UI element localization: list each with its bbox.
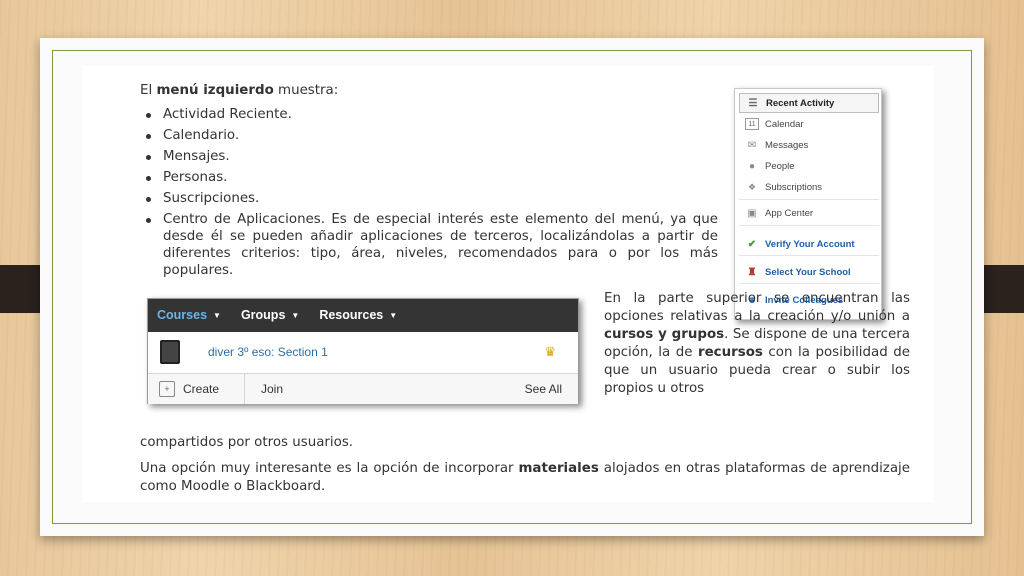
closing-paragraph: Una opción muy interesante es la opción … — [140, 461, 910, 494]
menu-verify-account[interactable]: ✔ Verify Your Account — [739, 234, 879, 254]
subscriptions-icon: ❖ — [747, 181, 757, 192]
courses-tab-bar: Courses ▼ Groups ▼ Resources ▼ — [148, 299, 578, 332]
menu-divider — [739, 199, 879, 200]
list-item: Suscripciones. — [140, 190, 718, 207]
school-icon: ♜ — [747, 266, 757, 278]
checkmark-icon: ✔ — [747, 238, 757, 250]
menu-divider — [739, 283, 879, 284]
menu-recent-activity[interactable]: ☰ Recent Activity — [739, 93, 879, 113]
create-icon: + — [159, 381, 175, 397]
join-button[interactable]: Join — [261, 381, 283, 398]
slide-content: El menú izquierdo muestra: Actividad Rec… — [82, 66, 934, 502]
list-item: Mensajes. — [140, 148, 718, 165]
person-icon: ● — [748, 160, 756, 172]
menu-subscriptions[interactable]: ❖ Subscriptions — [739, 177, 879, 197]
menu-divider — [739, 255, 879, 256]
bullet-icon — [146, 218, 151, 223]
list-item: Centro de Aplicaciones. Es de especial i… — [140, 211, 718, 279]
paragraph-tail: compartidos por otros usuarios. — [140, 435, 354, 450]
caret-down-icon: ▼ — [213, 311, 221, 320]
course-row[interactable]: diver 3º eso: Section 1 ♛ — [148, 332, 578, 372]
list-item: Actividad Reciente. — [140, 106, 718, 123]
left-menu-screenshot: ☰ Recent Activity 11 Calendar ✉ Messages… — [734, 88, 882, 320]
menu-calendar[interactable]: 11 Calendar — [739, 114, 879, 134]
menu-app-center[interactable]: ▣ App Center — [739, 203, 879, 223]
courses-widget-screenshot: Courses ▼ Groups ▼ Resources ▼ diver 3º eso… — [147, 298, 579, 404]
list-item: Calendario. — [140, 127, 718, 144]
menu-people[interactable]: ● People — [739, 156, 879, 176]
bullet-icon — [146, 134, 151, 139]
courses-action-bar: + Create Join See All — [148, 373, 578, 404]
bullet-icon — [146, 176, 151, 181]
bullet-icon — [146, 197, 151, 202]
bullet-icon — [146, 155, 151, 160]
create-button[interactable]: + Create — [148, 374, 245, 404]
app-center-icon: ▣ — [747, 207, 757, 219]
list-item: Personas. — [140, 169, 718, 186]
intro-bold: menú izquierdo — [156, 83, 274, 98]
menu-messages[interactable]: ✉ Messages — [739, 135, 879, 155]
course-link[interactable]: diver 3º eso: Section 1 — [208, 344, 328, 361]
crown-icon: ♛ — [544, 344, 556, 359]
calendar-icon: 11 — [745, 118, 759, 130]
book-icon — [160, 340, 180, 364]
tab-resources[interactable]: Resources ▼ — [319, 307, 397, 324]
caret-down-icon: ▼ — [389, 311, 398, 320]
envelope-icon: ✉ — [747, 139, 757, 151]
caret-down-icon: ▼ — [291, 311, 300, 320]
intro-line: El menú izquierdo muestra: — [140, 83, 339, 98]
see-all-button[interactable]: See All — [525, 381, 562, 398]
activity-icon: ☰ — [748, 97, 758, 109]
tab-groups[interactable]: Groups ▼ — [241, 307, 299, 324]
menu-items-list: Actividad Reciente. Calendario. Mensajes… — [140, 106, 718, 283]
menu-select-school[interactable]: ♜ Select Your School — [739, 262, 879, 282]
menu-divider — [739, 225, 879, 226]
side-paragraph: En la parte superior se encuentran las o… — [604, 291, 910, 396]
bullet-icon — [146, 113, 151, 118]
tab-courses[interactable]: Courses ▼ — [157, 307, 221, 324]
